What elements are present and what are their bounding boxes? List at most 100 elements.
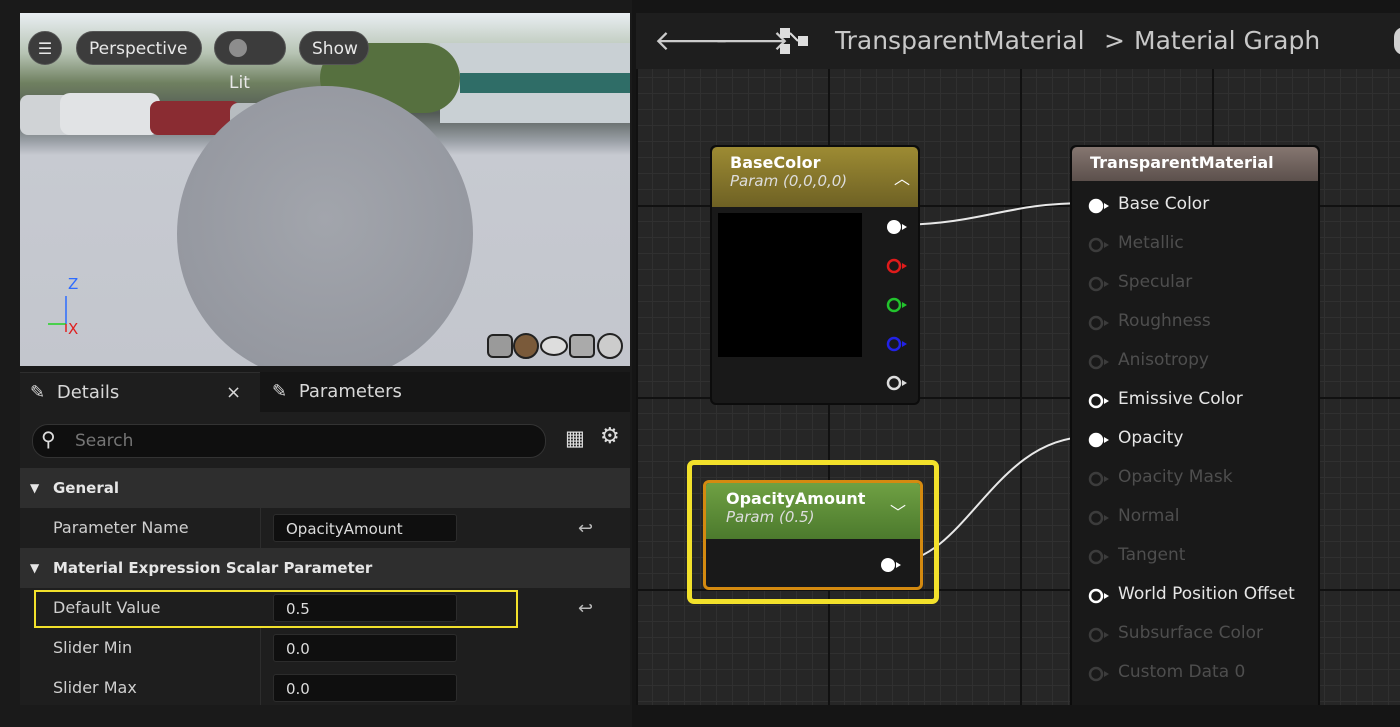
- settings-gear-icon[interactable]: ⚙: [600, 424, 620, 449]
- result-pin-label: World Position Offset: [1118, 584, 1295, 604]
- reset-to-default-icon[interactable]: ↩: [578, 598, 593, 619]
- property-label: Slider Max: [53, 678, 137, 697]
- axis-z-label: Z: [68, 275, 79, 293]
- hamburger-icon: ☰: [37, 39, 53, 58]
- output-pin[interactable]: [876, 553, 910, 577]
- reset-to-default-icon[interactable]: ↩: [578, 518, 593, 539]
- input-pin[interactable]: [1084, 542, 1114, 572]
- rgba-output-pin[interactable]: [887, 220, 907, 234]
- result-pin-row[interactable]: Roughness: [1072, 308, 1318, 338]
- material-result-node[interactable]: TransparentMaterial Base Color Metallic Sp…: [1070, 145, 1320, 705]
- input-pin[interactable]: [1084, 386, 1114, 416]
- result-pin-row[interactable]: Tangent: [1072, 542, 1318, 572]
- plane-preview-icon[interactable]: [540, 336, 568, 356]
- section-scalar-parameter[interactable]: ▼ Material Expression Scalar Parameter: [20, 548, 630, 588]
- property-row-parameter-name: Parameter Name OpacityAmount ↩: [20, 508, 630, 548]
- color-swatch: [718, 213, 862, 357]
- result-pin-label: Roughness: [1118, 311, 1211, 331]
- cube-preview-icon[interactable]: [569, 334, 595, 358]
- result-pin-label: Metallic: [1118, 233, 1184, 253]
- default-value-field[interactable]: 0.5: [273, 594, 457, 622]
- node-header: OpacityAmount Param (0.5): [706, 483, 920, 539]
- input-pin[interactable]: [1084, 269, 1114, 299]
- viewport-menu-button[interactable]: ☰: [28, 31, 62, 65]
- input-pin[interactable]: [1084, 308, 1114, 338]
- result-pin-label: Opacity: [1118, 428, 1184, 448]
- tab-parameters-label: Parameters: [298, 381, 402, 402]
- table-view-icon[interactable]: ▦: [565, 426, 585, 450]
- section-scalar-label: Material Expression Scalar Parameter: [53, 559, 373, 577]
- teapot-preview-icon[interactable]: [597, 333, 623, 359]
- details-panel: ✎ Details × ✎ Parameters ⚲ ▦ ⚙ ▼ General…: [20, 372, 630, 705]
- slider-min-field[interactable]: 0.0: [273, 634, 457, 662]
- input-pin[interactable]: [1084, 659, 1114, 689]
- result-pin-row[interactable]: Opacity Mask: [1072, 464, 1318, 494]
- property-label: Slider Min: [53, 638, 133, 657]
- property-row-slider-max: Slider Max 0.0: [20, 668, 630, 705]
- tab-parameters[interactable]: ✎ Parameters: [260, 372, 630, 412]
- material-graph-canvas[interactable]: 🡐 🡒 TransparentMaterial > Material Graph…: [636, 13, 1400, 705]
- node-title: TransparentMaterial: [1090, 153, 1274, 172]
- chevron-up-icon[interactable]: ︿: [894, 165, 910, 189]
- input-pin[interactable]: [1084, 464, 1114, 494]
- tab-close-button[interactable]: ×: [226, 373, 241, 413]
- search-icon: ⚲: [41, 427, 56, 451]
- lit-sphere-icon: [229, 39, 247, 57]
- property-label: Default Value: [53, 598, 161, 617]
- result-pin-row[interactable]: Specular: [1072, 269, 1318, 299]
- input-pin[interactable]: [1084, 503, 1114, 533]
- input-pin[interactable]: [1084, 620, 1114, 650]
- divider: [260, 628, 261, 668]
- input-pin[interactable]: [1084, 230, 1114, 260]
- result-pin-label: Base Color: [1118, 194, 1210, 214]
- result-pin-row[interactable]: Normal: [1072, 503, 1318, 533]
- connected-input-pin[interactable]: [1084, 425, 1114, 455]
- divider: [260, 668, 261, 705]
- parameter-name-field[interactable]: OpacityAmount: [273, 514, 457, 542]
- tab-details[interactable]: ✎ Details ×: [20, 372, 260, 413]
- perspective-button[interactable]: Perspective: [76, 31, 202, 65]
- result-pin-label: Emissive Color: [1118, 389, 1243, 409]
- search-input[interactable]: [73, 428, 537, 454]
- chevron-down-icon[interactable]: ﹀: [890, 499, 906, 523]
- node-header: BaseColor Param (0,0,0,0): [712, 147, 918, 207]
- show-button[interactable]: Show: [299, 31, 369, 65]
- result-pin-label: Normal: [1118, 506, 1180, 526]
- material-preview-viewport[interactable]: ☰ Perspective Lit Show Z X: [20, 13, 630, 366]
- result-pin-label: Tangent: [1118, 545, 1186, 565]
- slider-max-field[interactable]: 0.0: [273, 674, 457, 702]
- result-pin-row[interactable]: Custom Data 0: [1072, 659, 1318, 689]
- search-input-wrap[interactable]: ⚲: [32, 424, 546, 458]
- alpha-output-pin[interactable]: [886, 375, 907, 391]
- result-pin-label: Opacity Mask: [1118, 467, 1233, 487]
- collapse-arrow-icon: ▼: [30, 561, 40, 575]
- blue-output-pin[interactable]: [886, 336, 907, 352]
- opacityamount-param-node[interactable]: OpacityAmount Param (0.5) ﹀: [703, 480, 923, 590]
- sphere-preview-icon[interactable]: [513, 333, 539, 359]
- result-pin-row[interactable]: Opacity: [1072, 425, 1318, 455]
- lit-button[interactable]: Lit: [214, 31, 286, 93]
- details-pen-icon: ✎: [30, 382, 46, 403]
- left-panel: ☰ Perspective Lit Show Z X ✎ Details × ✎…: [0, 0, 632, 727]
- result-pin-row[interactable]: Anisotropy: [1072, 347, 1318, 377]
- section-general-label: General: [53, 479, 119, 497]
- result-pin-row[interactable]: Emissive Color: [1072, 386, 1318, 416]
- input-pin[interactable]: [1084, 581, 1114, 611]
- section-general[interactable]: ▼ General: [20, 468, 630, 508]
- result-pin-row[interactable]: Metallic: [1072, 230, 1318, 260]
- result-pin-label: Custom Data 0: [1118, 662, 1246, 682]
- property-row-default-value: Default Value 0.5 ↩: [20, 588, 630, 628]
- lit-label: Lit: [229, 73, 250, 93]
- result-pin-row[interactable]: Base Color: [1072, 191, 1318, 221]
- cylinder-preview-icon[interactable]: [487, 334, 513, 358]
- result-pin-row[interactable]: World Position Offset: [1072, 581, 1318, 611]
- connected-input-pin[interactable]: [1084, 191, 1114, 221]
- red-output-pin[interactable]: [886, 258, 907, 274]
- result-pin-label: Specular: [1118, 272, 1193, 292]
- axis-gizmo: [48, 296, 67, 332]
- green-output-pin[interactable]: [886, 297, 907, 313]
- basecolor-param-node[interactable]: BaseColor Param (0,0,0,0) ︿: [710, 145, 920, 405]
- input-pin[interactable]: [1084, 347, 1114, 377]
- result-pin-label: Anisotropy: [1118, 350, 1209, 370]
- result-pin-row[interactable]: Subsurface Color: [1072, 620, 1318, 650]
